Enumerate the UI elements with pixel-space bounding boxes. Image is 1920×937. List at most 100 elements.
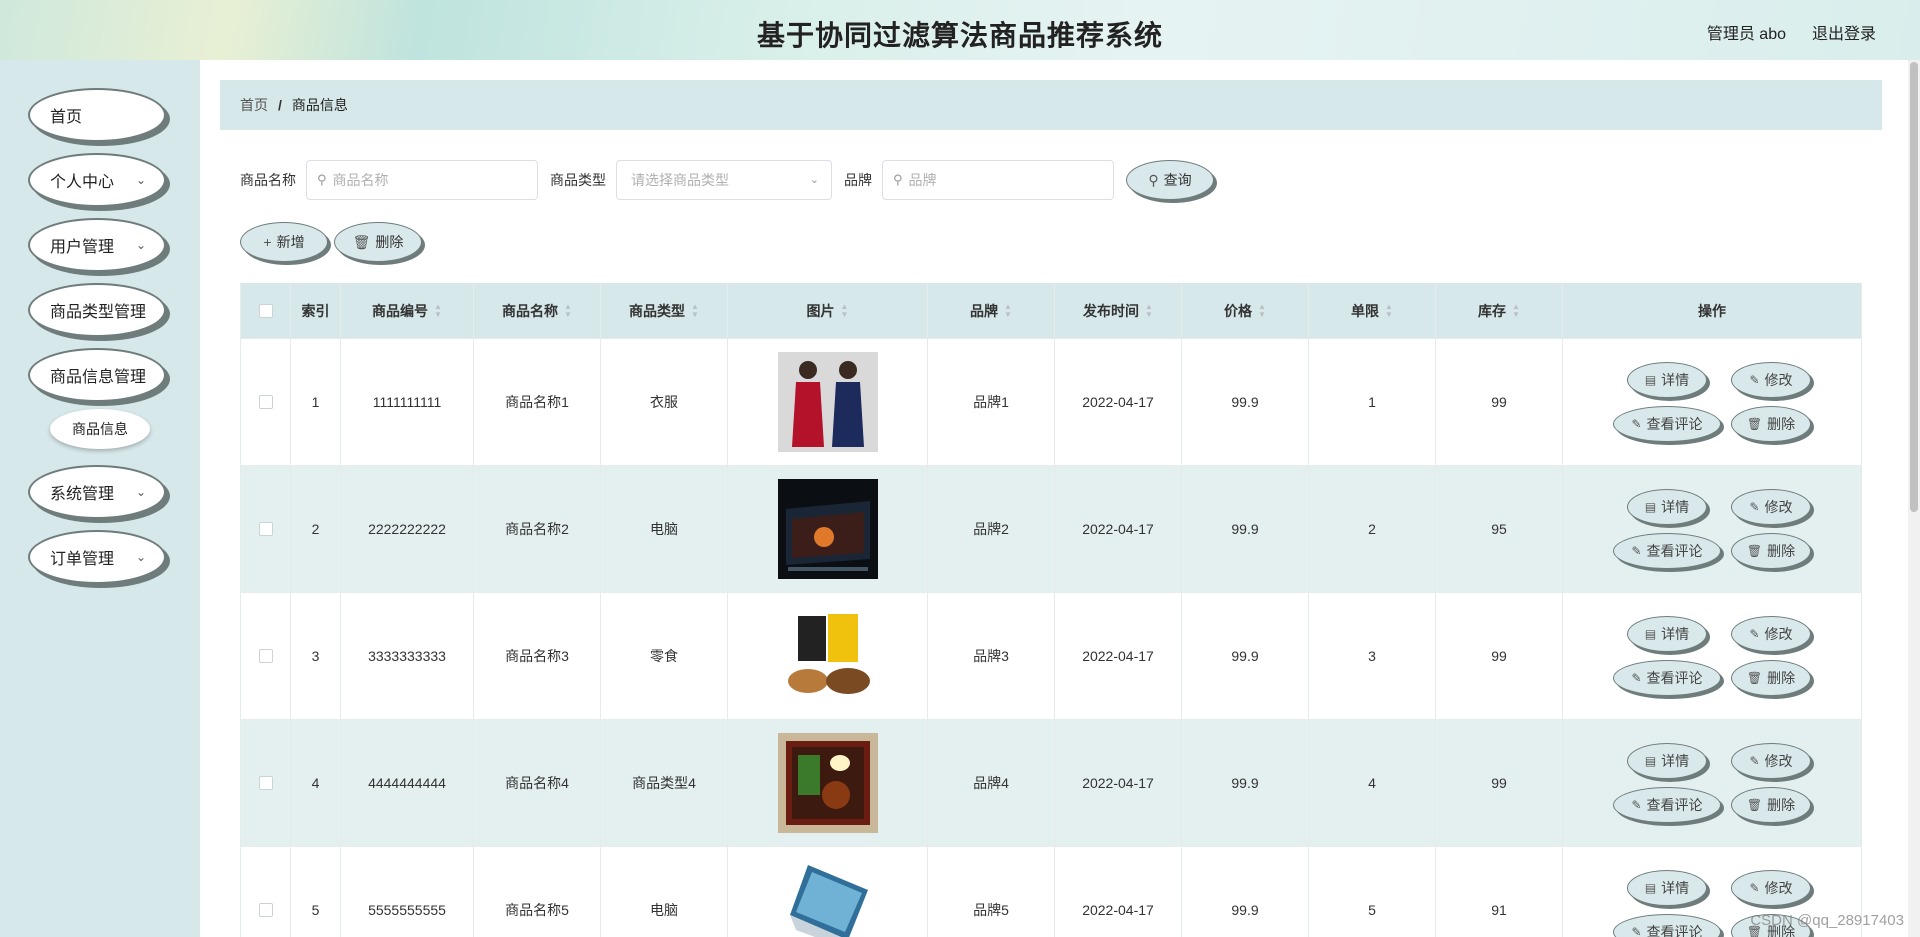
detail-button-label: 详情 — [1661, 372, 1690, 388]
cell-index: 2 — [291, 466, 341, 592]
view-reviews-button[interactable]: ✎ 查看评论 — [1613, 533, 1721, 569]
column-header-label: 价格 — [1224, 302, 1253, 319]
column-header[interactable]: 价格 ▲ ▼ — [1182, 283, 1309, 338]
detail-button[interactable]: ▤ 详情 — [1627, 362, 1707, 398]
column-header[interactable]: 商品编号 ▲ ▼ — [341, 283, 474, 338]
column-header[interactable]: 单限 ▲ ▼ — [1309, 283, 1436, 338]
cell-price: 99.9 — [1182, 847, 1309, 937]
view-reviews-button[interactable]: ✎ 查看评论 — [1613, 660, 1721, 696]
add-button[interactable]: + 新增 — [240, 222, 328, 262]
sidebar-item-product-info-management[interactable]: 商品信息管理 — [28, 348, 166, 402]
cell-actions: ▤ 详情 ✎ 修改 ✎ 查看评论 🗑 删除 — [1563, 339, 1862, 465]
sort-icon[interactable]: ▲ ▼ — [1145, 302, 1153, 319]
sidebar-item-label: 首页 — [50, 109, 83, 126]
edit-button[interactable]: ✎ 修改 — [1731, 743, 1811, 779]
edit-button[interactable]: ✎ 修改 — [1731, 362, 1811, 398]
sort-icon[interactable]: ▲ ▼ — [1385, 302, 1393, 319]
sidebar: 首页 个人中心 ⌄ 用户管理 ⌄ 商品类型管理 商品信息管理 商品信息 系统管理… — [0, 60, 200, 937]
select-all-checkbox[interactable] — [258, 303, 273, 318]
sort-icon[interactable]: ▲ ▼ — [434, 302, 442, 319]
column-header[interactable]: 商品名称 ▲ ▼ — [474, 283, 601, 338]
product-name-placeholder: 商品名称 — [332, 172, 389, 188]
detail-button-label: 详情 — [1661, 880, 1690, 896]
cell-brand: 品牌5 — [928, 847, 1055, 937]
row-checkbox[interactable] — [258, 903, 273, 917]
sort-icon[interactable]: ▲ ▼ — [1258, 302, 1266, 319]
sort-icon[interactable]: ▲ ▼ — [691, 302, 699, 319]
cell-name: 商品名称4 — [474, 720, 601, 846]
cell-name: 商品名称1 — [474, 339, 601, 465]
breadcrumb-separator: / — [278, 97, 282, 113]
row-delete-button[interactable]: 🗑 删除 — [1731, 406, 1811, 442]
view-reviews-button-label: 查看评论 — [1646, 924, 1703, 937]
column-header[interactable]: 库存 ▲ ▼ — [1436, 283, 1563, 338]
sidebar-item-user-management[interactable]: 用户管理 ⌄ — [28, 218, 166, 272]
column-header-label: 库存 — [1478, 302, 1507, 319]
column-header[interactable]: 品牌 ▲ ▼ — [928, 283, 1055, 338]
view-reviews-button[interactable]: ✎ 查看评论 — [1613, 406, 1721, 442]
search-icon: ⚲ — [893, 172, 903, 187]
detail-button[interactable]: ▤ 详情 — [1627, 743, 1707, 779]
view-reviews-button[interactable]: ✎ 查看评论 — [1613, 914, 1721, 937]
edit-button[interactable]: ✎ 修改 — [1731, 616, 1811, 652]
sidebar-item-home[interactable]: 首页 — [28, 88, 166, 142]
breadcrumb-home[interactable]: 首页 — [240, 95, 268, 115]
sidebar-item-order-management[interactable]: 订单管理 ⌄ — [28, 530, 166, 584]
query-button[interactable]: ⚲ 查询 — [1126, 160, 1214, 200]
scrollbar-thumb[interactable] — [1910, 62, 1918, 512]
detail-button-label: 详情 — [1661, 499, 1690, 515]
detail-button[interactable]: ▤ 详情 — [1627, 489, 1707, 525]
page-scrollbar[interactable] — [1908, 60, 1920, 937]
sort-icon[interactable]: ▲ ▼ — [564, 302, 572, 319]
detail-button[interactable]: ▤ 详情 — [1627, 616, 1707, 652]
row-delete-button[interactable]: 🗑 删除 — [1731, 660, 1811, 696]
sidebar-item-system-management[interactable]: 系统管理 ⌄ — [28, 465, 166, 519]
chevron-down-icon: ⌄ — [809, 174, 819, 186]
row-delete-button[interactable]: 🗑 删除 — [1731, 787, 1811, 823]
row-checkbox[interactable] — [258, 522, 273, 536]
table-row: 2 2222222222 商品名称2 电脑 品牌2 2022-04-17 99.9 2 95 ▤ 详… — [241, 466, 1862, 593]
sidebar-item-label: 商品信息管理 — [50, 369, 147, 386]
view-reviews-button[interactable]: ✎ 查看评论 — [1613, 787, 1721, 823]
sidebar-item-personal-center[interactable]: 个人中心 ⌄ — [28, 153, 166, 207]
cell-price: 99.9 — [1182, 593, 1309, 719]
cell-image — [728, 466, 928, 592]
table-row: 3 3333333333 商品名称3 零食 品牌3 2022-04-17 99.9 3 99 ▤ 详… — [241, 593, 1862, 720]
cell-image — [728, 720, 928, 846]
edit-button[interactable]: ✎ 修改 — [1731, 489, 1811, 525]
cell-image — [728, 339, 928, 465]
detail-button[interactable]: ▤ 详情 — [1627, 870, 1707, 906]
sort-icon[interactable]: ▲ ▼ — [1512, 302, 1520, 319]
edit-button[interactable]: ✎ 修改 — [1731, 870, 1811, 906]
row-select-cell — [241, 720, 291, 846]
column-header[interactable]: 发布时间 ▲ ▼ — [1055, 283, 1182, 338]
sidebar-subitem-product-info[interactable]: 商品信息 — [50, 409, 150, 449]
cell-brand: 品牌4 — [928, 720, 1055, 846]
trash-icon: 🗑 — [1746, 417, 1763, 431]
chevron-down-icon: ⌄ — [135, 173, 146, 187]
cell-limit: 2 — [1309, 466, 1436, 592]
sidebar-item-product-type-management[interactable]: 商品类型管理 — [28, 283, 166, 337]
row-checkbox[interactable] — [258, 776, 273, 790]
delete-button[interactable]: 🗑 删除 — [334, 222, 422, 262]
cell-date: 2022-04-17 — [1055, 339, 1182, 465]
search-icon: ⚲ — [317, 172, 327, 187]
logout-link[interactable]: 退出登录 — [1812, 20, 1876, 44]
row-checkbox[interactable] — [258, 395, 273, 409]
view-reviews-button-label: 查看评论 — [1646, 670, 1703, 686]
row-checkbox[interactable] — [258, 649, 273, 663]
chevron-down-icon: ⌄ — [135, 485, 146, 499]
brand-input[interactable]: ⚲ 品牌 — [882, 160, 1114, 200]
column-header[interactable]: 图片 ▲ ▼ — [728, 283, 928, 338]
cell-actions: ▤ 详情 ✎ 修改 ✎ 查看评论 🗑 删除 — [1563, 593, 1862, 719]
header-select-all — [241, 283, 291, 338]
product-table: 索引 商品编号 ▲ ▼ 商品名称 ▲ ▼ 商品类型 ▲ ▼ 图片 ▲ ▼ 品牌 ▲ ▼ 发布时间 ▲ ▼… — [240, 283, 1862, 937]
sort-icon[interactable]: ▲ ▼ — [841, 302, 849, 319]
product-name-input[interactable]: ⚲ 商品名称 — [306, 160, 538, 200]
product-type-select[interactable]: 请选择商品类型 ⌄ — [616, 160, 832, 200]
row-delete-button[interactable]: 🗑 删除 — [1731, 533, 1811, 569]
column-header[interactable]: 商品类型 ▲ ▼ — [601, 283, 728, 338]
row-select-cell — [241, 339, 291, 465]
sort-icon[interactable]: ▲ ▼ — [1004, 302, 1012, 319]
detail-button-label: 详情 — [1661, 626, 1690, 642]
